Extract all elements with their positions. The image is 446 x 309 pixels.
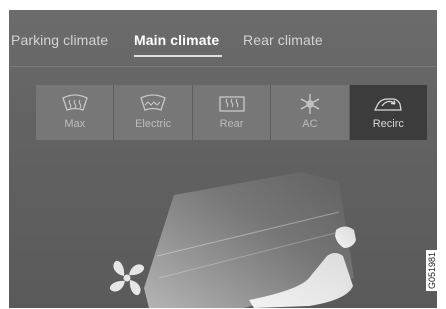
tab-main-climate[interactable]: Main climate bbox=[134, 32, 219, 48]
ac-button[interactable]: AC bbox=[271, 85, 349, 140]
rear-label: Rear bbox=[219, 118, 244, 130]
tab-parking-climate[interactable]: Parking climate bbox=[11, 32, 108, 48]
max-defrost-button[interactable]: Max bbox=[36, 85, 114, 140]
climate-button-bar: Max Electric Rear AC Recirc bbox=[36, 85, 428, 140]
recirc-label: Recirc bbox=[372, 118, 404, 130]
ac-snowflake-icon bbox=[300, 94, 320, 114]
electric-label: Electric bbox=[135, 118, 172, 130]
ac-label: AC bbox=[302, 118, 318, 130]
tab-bar: Parking climate Main climate Rear climat… bbox=[9, 32, 437, 56]
figure-id-watermark: G051981 bbox=[426, 249, 438, 291]
recirculation-icon bbox=[374, 98, 403, 111]
rear-defrost-button[interactable]: Rear bbox=[192, 85, 271, 140]
tab-rear-climate[interactable]: Rear climate bbox=[243, 32, 323, 48]
electric-windshield-icon bbox=[140, 94, 166, 111]
max-defrost-icon bbox=[61, 94, 88, 111]
tab-divider bbox=[9, 66, 437, 67]
climate-screen: Parking climate Main climate Rear climat… bbox=[9, 10, 437, 308]
rear-defrost-icon bbox=[218, 96, 245, 112]
fan-icon bbox=[109, 260, 145, 296]
active-tab-indicator bbox=[134, 55, 222, 57]
recirc-button[interactable]: Recirc bbox=[349, 85, 428, 140]
max-label: Max bbox=[64, 118, 86, 130]
electric-windshield-button[interactable]: Electric bbox=[114, 85, 192, 140]
seat-airflow-illustration bbox=[109, 172, 356, 308]
